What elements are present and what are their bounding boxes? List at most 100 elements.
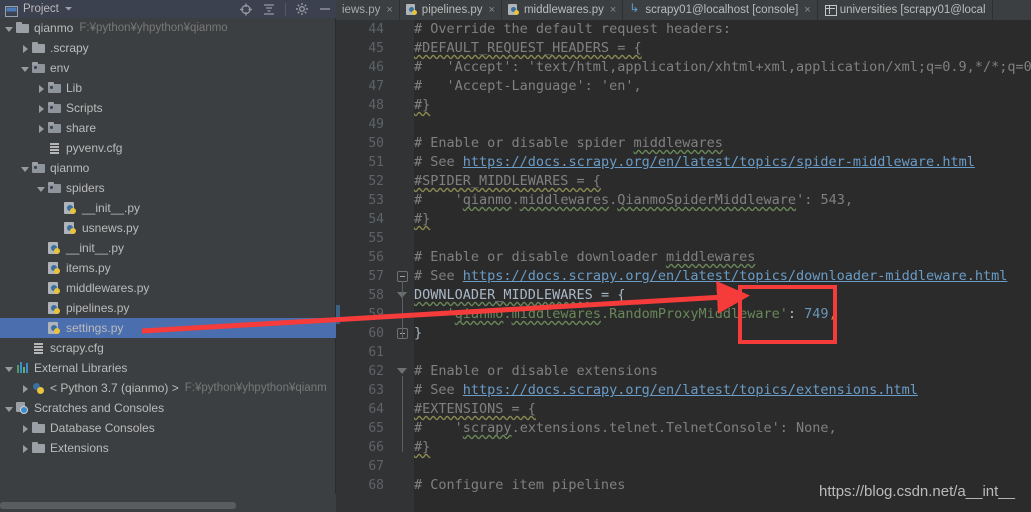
tree-item-scrapy[interactable]: .scrapy — [0, 38, 336, 58]
editor-tab[interactable]: middlewares.py × — [502, 0, 624, 20]
scrollbar-thumb[interactable] — [0, 502, 236, 509]
code-view[interactable]: 44 # Override the default request headers… — [336, 20, 1031, 512]
code-line[interactable]: 57 # See https://docs.scrapy.org/en/lates… — [336, 267, 1031, 286]
python-file-icon — [47, 321, 62, 335]
code-line[interactable]: 61 — [336, 343, 1031, 362]
collapse-arrow-icon[interactable] — [4, 363, 15, 374]
code-line[interactable]: 67 — [336, 457, 1031, 476]
minimize-icon[interactable] — [318, 2, 332, 16]
tree-item-lib[interactable]: Lib — [0, 78, 336, 98]
collapse-arrow-icon[interactable] — [4, 403, 15, 414]
close-icon[interactable]: × — [489, 4, 495, 16]
line-number: 63 — [368, 383, 384, 398]
code-line[interactable]: 62 # Enable or disable extensions — [336, 362, 1031, 381]
code-line[interactable]: 52 #SPIDER_MIDDLEWARES = { — [336, 172, 1031, 191]
code-line[interactable]: 53 # 'qianmo.middlewares.QianmoSpiderMidd… — [336, 191, 1031, 210]
tree-item-settings-py[interactable]: settings.py — [0, 318, 336, 338]
collapse-arrow-icon[interactable] — [36, 183, 47, 194]
close-icon[interactable]: × — [386, 4, 392, 16]
code-line[interactable]: 46 # 'Accept': 'text/html,application/xht… — [336, 58, 1031, 77]
tree-item-pipelines-py[interactable]: pipelines.py — [0, 298, 336, 318]
tree-item-external-libraries[interactable]: External Libraries — [0, 358, 336, 378]
code-line-text: #DEFAULT_REQUEST_HEADERS = { — [414, 40, 642, 56]
expand-arrow-icon[interactable] — [20, 383, 31, 394]
expand-arrow-icon[interactable] — [20, 43, 31, 54]
expand-arrow-icon[interactable] — [20, 423, 31, 434]
line-number: 52 — [368, 174, 384, 189]
expand-arrow-icon[interactable] — [36, 103, 47, 114]
code-line-text: # Enable or disable extensions — [414, 363, 658, 379]
tree-item-scripts[interactable]: Scripts — [0, 98, 336, 118]
line-number: 62 — [368, 364, 384, 379]
close-icon[interactable]: × — [610, 4, 616, 16]
expand-arrow-icon[interactable] — [36, 83, 47, 94]
tree-item-items-py[interactable]: items.py — [0, 258, 336, 278]
editor-tab[interactable]: universities [scrapy01@local — [818, 0, 993, 20]
config-file-icon — [31, 341, 46, 355]
code-line[interactable]: 49 — [336, 115, 1031, 134]
code-line[interactable]: 66 #} — [336, 438, 1031, 457]
code-line-text: DOWNLOADER_MIDDLEWARES = { — [414, 287, 626, 303]
sidebar-horizontal-scrollbar[interactable] — [0, 494, 336, 512]
code-line[interactable]: 64 #EXTENSIONS = { — [336, 400, 1031, 419]
chevron-down-icon[interactable] — [64, 0, 73, 18]
tree-item-scratches-and-consoles[interactable]: Scratches and Consoles — [0, 398, 336, 418]
code-line[interactable]: 65 # 'scrapy.extensions.telnet.TelnetCons… — [336, 419, 1031, 438]
line-number: 65 — [368, 421, 384, 436]
close-icon[interactable]: × — [804, 4, 810, 16]
line-number: 46 — [368, 60, 384, 75]
editor-tab-label: scrapy01@localhost [console] — [645, 4, 799, 16]
code-line[interactable]: 51 # See https://docs.scrapy.org/en/lates… — [336, 153, 1031, 172]
tree-item-share[interactable]: share — [0, 118, 336, 138]
tree-item-extensions[interactable]: Extensions — [0, 438, 336, 458]
code-line-text: } — [414, 325, 423, 341]
editor-tab[interactable]: pipelines.py × — [400, 0, 502, 20]
code-line[interactable]: 63 # See https://docs.scrapy.org/en/lates… — [336, 381, 1031, 400]
tree-item-pyvenv-cfg[interactable]: pyvenv.cfg — [0, 138, 336, 158]
code-line[interactable]: 54 #} — [336, 210, 1031, 229]
tree-item-scrapy-cfg[interactable]: scrapy.cfg — [0, 338, 336, 358]
code-line[interactable]: 50 # Enable or disable spider middlewares — [336, 134, 1031, 153]
tree-item-qianmo[interactable]: qianmo F:¥python¥yhpython¥qianmo — [0, 18, 336, 38]
tree-item-init-py[interactable]: __init__.py — [0, 238, 336, 258]
tree-item-python-3-7-qianmo[interactable]: < Python 3.7 (qianmo) > F:¥python¥yhpytho… — [0, 378, 336, 398]
tree-item-label: scrapy.cfg — [50, 341, 104, 355]
code-line[interactable]: 56 # Enable or disable downloader middlew… — [336, 248, 1031, 267]
tree-item-label: share — [66, 121, 97, 135]
locate-target-icon[interactable] — [239, 2, 253, 16]
tree-item-env[interactable]: env — [0, 58, 336, 78]
tree-item-usnews-py[interactable]: usnews.py — [0, 218, 336, 238]
code-line[interactable]: 44 # Override the default request headers… — [336, 20, 1031, 39]
code-line-text: # See https://docs.scrapy.org/en/latest/… — [414, 268, 1008, 284]
editor-tab[interactable]: scrapy01@localhost [console] × — [623, 0, 818, 20]
code-line-text: # See https://docs.scrapy.org/en/latest/… — [414, 382, 918, 398]
code-line[interactable]: 55 — [336, 229, 1031, 248]
code-line[interactable]: 47 # 'Accept-Language': 'en', — [336, 77, 1031, 96]
code-line[interactable]: 58 DOWNLOADER_MIDDLEWARES = { — [336, 286, 1031, 305]
tree-item-label: qianmo — [50, 161, 90, 175]
settings-gear-icon[interactable] — [295, 2, 309, 16]
code-line[interactable]: 60} — [336, 324, 1031, 343]
tree-item-spiders[interactable]: spiders — [0, 178, 336, 198]
code-line[interactable]: 59 'qianmo.middlewares.RandomProxyMiddle… — [336, 305, 1031, 324]
tree-item-label: __init__.py — [66, 241, 125, 255]
project-tree[interactable]: qianmo F:¥python¥yhpython¥qianmo .scrapy en… — [0, 18, 336, 494]
tree-item-database-consoles[interactable]: Database Consoles — [0, 418, 336, 438]
tree-item-qianmo[interactable]: qianmo — [0, 158, 336, 178]
expand-arrow-icon[interactable] — [36, 123, 47, 134]
editor-tab-bar[interactable]: iews.py×pipelines.py×middlewares.py×scra… — [336, 0, 1031, 20]
editor-tab[interactable]: iews.py × — [336, 0, 400, 20]
editor-area: iews.py×pipelines.py×middlewares.py×scra… — [336, 0, 1031, 512]
collapse-arrow-icon[interactable] — [20, 163, 31, 174]
collapse-all-icon[interactable] — [262, 2, 276, 16]
tree-item-init-py[interactable]: __init__.py — [0, 198, 336, 218]
expand-arrow-icon[interactable] — [20, 443, 31, 454]
collapse-arrow-icon[interactable] — [20, 63, 31, 74]
code-line[interactable]: 48 #} — [336, 96, 1031, 115]
collapse-arrow-icon[interactable] — [4, 23, 15, 34]
config-file-icon — [47, 141, 62, 155]
tree-item-middlewares-py[interactable]: middlewares.py — [0, 278, 336, 298]
code-line[interactable]: 45 #DEFAULT_REQUEST_HEADERS = { — [336, 39, 1031, 58]
python-file-icon — [47, 301, 62, 315]
no-arrow-spacer — [36, 143, 47, 154]
